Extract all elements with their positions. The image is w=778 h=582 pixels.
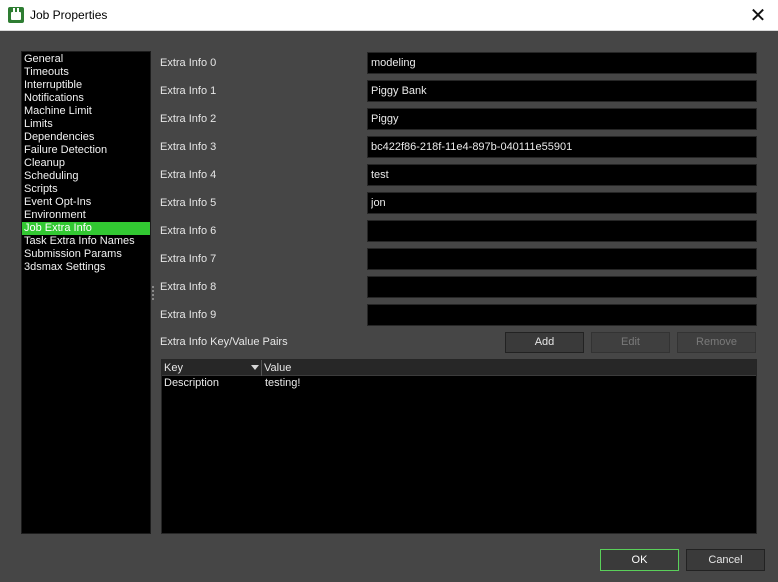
sidebar-item-timeouts[interactable]: Timeouts <box>22 66 150 79</box>
kv-table[interactable]: Key Value Description testing! <box>161 359 757 534</box>
sidebar-item-failure-detection[interactable]: Failure Detection <box>22 144 150 157</box>
extra-info-1-field[interactable] <box>367 80 757 102</box>
sidebar-item-limits[interactable]: Limits <box>22 118 150 131</box>
column-header-value[interactable]: Value <box>262 360 756 376</box>
sidebar-item-notifications[interactable]: Notifications <box>22 92 150 105</box>
sidebar-item-environment[interactable]: Environment <box>22 209 150 222</box>
sidebar-item-submission-params[interactable]: Submission Params <box>22 248 150 261</box>
cancel-button[interactable]: Cancel <box>686 549 765 571</box>
sidebar-item-machine-limit[interactable]: Machine Limit <box>22 105 150 118</box>
extra-info-8-label: Extra Info 8 <box>160 281 217 293</box>
extra-info-0-field[interactable] <box>367 52 757 74</box>
sidebar-item-interruptible[interactable]: Interruptible <box>22 79 150 92</box>
close-icon[interactable]: ✕ <box>748 5 768 25</box>
extra-info-5-field[interactable] <box>367 192 757 214</box>
extra-info-4-label: Extra Info 4 <box>160 169 217 181</box>
kv-table-header: Key Value <box>162 360 756 376</box>
ok-button[interactable]: OK <box>600 549 679 571</box>
sidebar-item-cleanup[interactable]: Cleanup <box>22 157 150 170</box>
extra-info-3-label: Extra Info 3 <box>160 141 217 153</box>
column-header-key-label: Key <box>164 362 183 374</box>
kv-pairs-label: Extra Info Key/Value Pairs <box>160 336 288 348</box>
sidebar-item-scripts[interactable]: Scripts <box>22 183 150 196</box>
extra-info-6-field[interactable] <box>367 220 757 242</box>
sidebar-item-event-opt-ins[interactable]: Event Opt-Ins <box>22 196 150 209</box>
add-button[interactable]: Add <box>505 332 584 353</box>
extra-info-2-field[interactable] <box>367 108 757 130</box>
extra-info-8-field[interactable] <box>367 276 757 298</box>
sidebar: General Timeouts Interruptible Notificat… <box>21 51 151 534</box>
splitter-handle[interactable] <box>152 286 155 302</box>
sidebar-item-general[interactable]: General <box>22 53 150 66</box>
edit-button[interactable]: Edit <box>591 332 670 353</box>
remove-button[interactable]: Remove <box>677 332 756 353</box>
table-row[interactable]: Description testing! <box>162 376 756 391</box>
extra-info-5-label: Extra Info 5 <box>160 197 217 209</box>
sort-down-icon <box>251 365 259 370</box>
title-bar: Job Properties ✕ <box>0 0 778 31</box>
extra-info-7-field[interactable] <box>367 248 757 270</box>
extra-info-3-field[interactable] <box>367 136 757 158</box>
sidebar-item-3dsmax-settings[interactable]: 3dsmax Settings <box>22 261 150 274</box>
sidebar-item-job-extra-info[interactable]: Job Extra Info <box>22 222 150 235</box>
extra-info-4-field[interactable] <box>367 164 757 186</box>
table-cell-value: testing! <box>265 377 301 389</box>
sidebar-item-task-extra-info-names[interactable]: Task Extra Info Names <box>22 235 150 248</box>
extra-info-1-label: Extra Info 1 <box>160 85 217 97</box>
extra-info-9-field[interactable] <box>367 304 757 326</box>
extra-info-7-label: Extra Info 7 <box>160 253 217 265</box>
table-cell-key: Description <box>164 377 220 389</box>
sidebar-item-dependencies[interactable]: Dependencies <box>22 131 150 144</box>
column-header-key[interactable]: Key <box>162 360 262 376</box>
extra-info-6-label: Extra Info 6 <box>160 225 217 237</box>
sidebar-item-scheduling[interactable]: Scheduling <box>22 170 150 183</box>
extra-info-2-label: Extra Info 2 <box>160 113 217 125</box>
extra-info-9-label: Extra Info 9 <box>160 309 217 321</box>
window-title: Job Properties <box>30 8 108 22</box>
app-icon <box>8 7 24 23</box>
extra-info-0-label: Extra Info 0 <box>160 57 217 69</box>
